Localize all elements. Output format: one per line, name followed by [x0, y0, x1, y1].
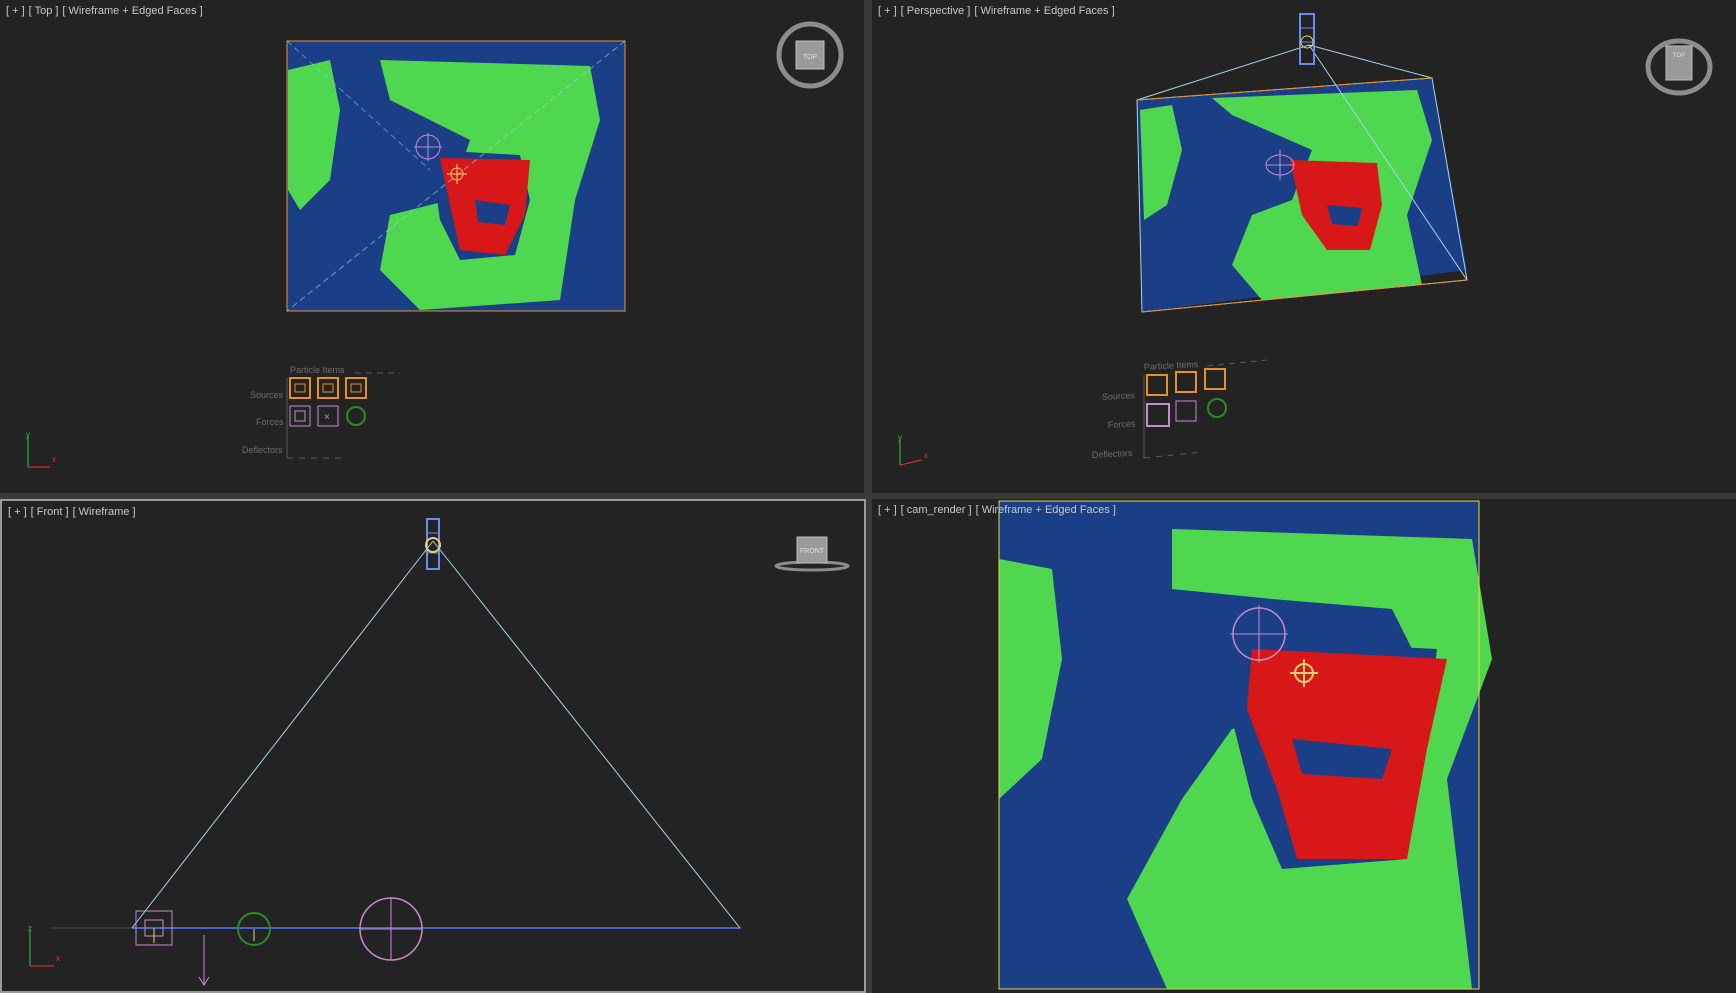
- viewport-menu-plus[interactable]: [ + ]: [878, 5, 897, 17]
- source-icon[interactable]: [345, 377, 367, 399]
- camera-icon[interactable]: [425, 518, 441, 570]
- viewport-camera[interactable]: [ + ] [ cam_render ] [ Wireframe + Edged F…: [872, 499, 1736, 993]
- viewport-point-of-view[interactable]: [ cam_render ]: [901, 504, 972, 516]
- force-icon[interactable]: [346, 406, 366, 426]
- viewport-shading-mode[interactable]: [ Wireframe + Edged Faces ]: [974, 5, 1114, 17]
- viewport-menu-plus[interactable]: [ + ]: [6, 5, 25, 17]
- svg-text:x: x: [52, 455, 56, 464]
- viewport-point-of-view[interactable]: [ Front ]: [31, 506, 69, 518]
- camera-icon[interactable]: [1299, 13, 1315, 65]
- forces-label: Forces: [256, 417, 284, 427]
- svg-text:x: x: [924, 451, 928, 460]
- svg-text:×: ×: [324, 412, 330, 423]
- scene-front: z x: [28, 518, 742, 986]
- viewcube-face-label: TOP: [1673, 53, 1685, 59]
- viewport-menu-plus[interactable]: [ + ]: [8, 506, 27, 518]
- scene-top: Particle Items Sources Forces Deflectors…: [26, 40, 626, 468]
- viewport-front[interactable]: [ + ] [ Front ] [ Wireframe ] z x FRONT: [0, 499, 866, 993]
- particle-cloud: [1137, 78, 1467, 312]
- viewport-point-of-view[interactable]: [ Perspective ]: [901, 5, 971, 17]
- viewcube-face-label: FRONT: [800, 548, 825, 555]
- particle-view-icons: Particle Items Sources Forces Deflectors: [1092, 359, 1268, 460]
- force-icon[interactable]: [1146, 403, 1170, 427]
- force-icon[interactable]: [289, 405, 311, 427]
- particle-view-icons: Particle Items Sources Forces Deflectors…: [242, 365, 400, 459]
- force-icon[interactable]: [1175, 400, 1197, 422]
- axis-tripod: y x: [26, 430, 56, 468]
- viewport-menu-plus[interactable]: [ + ]: [878, 504, 897, 516]
- force-icon[interactable]: [1207, 398, 1227, 418]
- deflectors-label: Deflectors: [242, 445, 283, 455]
- particle-items-title: Particle Items: [290, 365, 345, 375]
- svg-text:y: y: [898, 433, 902, 442]
- source-icon[interactable]: [289, 377, 311, 399]
- svg-text:x: x: [56, 954, 60, 963]
- scene-camera: [998, 500, 1492, 990]
- particle-items-title: Particle Items: [1144, 359, 1199, 372]
- viewport-shading-mode[interactable]: [ Wireframe + Edged Faces ]: [976, 504, 1116, 516]
- sources-label: Sources: [250, 390, 284, 400]
- viewport-label-perspective[interactable]: [ + ] [ Perspective ][ Wireframe + Edged …: [878, 5, 1119, 17]
- viewport-label-camera[interactable]: [ + ] [ cam_render ] [ Wireframe + Edged F…: [878, 504, 1120, 516]
- viewcube[interactable]: TOP: [775, 20, 845, 90]
- viewport-point-of-view[interactable]: [ Top ]: [29, 5, 59, 17]
- source-icon[interactable]: [317, 377, 339, 399]
- axis-tripod: y x: [898, 433, 928, 466]
- sources-label: Sources: [1102, 390, 1136, 402]
- viewcube[interactable]: TOP: [1644, 32, 1714, 102]
- viewport-shading-mode[interactable]: [ Wireframe ]: [73, 506, 136, 518]
- source-icon[interactable]: [1175, 371, 1197, 393]
- camera-cone: [131, 540, 741, 929]
- gravity-arrow[interactable]: [198, 935, 210, 986]
- viewport-perspective[interactable]: [ + ] [ Perspective ][ Wireframe + Edged …: [872, 0, 1736, 493]
- viewport-label-top[interactable]: [ + ] [ Top ][ Wireframe + Edged Faces ]: [6, 5, 207, 17]
- viewport-shading-mode[interactable]: [ Wireframe + Edged Faces ]: [62, 5, 202, 17]
- viewport-top[interactable]: [ + ][ Top ][ Wireframe + Edged Faces ] …: [0, 0, 864, 493]
- scene-perspective: Particle Items Sources Forces Deflectors…: [898, 13, 1468, 466]
- viewcube[interactable]: FRONT: [772, 533, 852, 573]
- force-icon[interactable]: ×: [317, 405, 339, 427]
- source-icon[interactable]: [1204, 368, 1226, 390]
- viewport-label-front[interactable]: [ + ] [ Front ] [ Wireframe ]: [8, 506, 140, 518]
- spherical-deflector[interactable]: [359, 897, 423, 961]
- svg-text:z: z: [28, 924, 32, 933]
- axis-tripod: z x: [28, 924, 60, 967]
- svg-text:y: y: [26, 430, 30, 439]
- viewcube-face-label: TOP: [803, 54, 818, 61]
- particle-cloud: [999, 501, 1492, 989]
- source-icon[interactable]: [1146, 374, 1168, 396]
- deflectors-label: Deflectors: [1092, 448, 1133, 460]
- forces-label: Forces: [1108, 419, 1136, 430]
